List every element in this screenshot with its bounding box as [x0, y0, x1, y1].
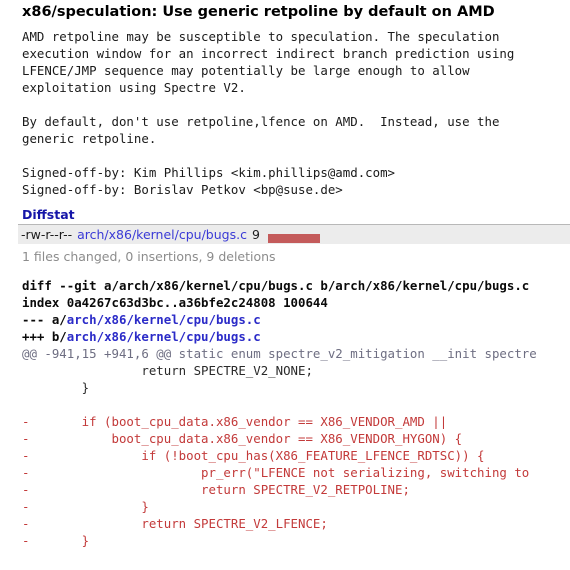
diffstat-row: -rw-r--r-- arch/x86/kernel/cpu/bugs.c 9	[18, 225, 570, 244]
diff-header-path-link[interactable]: arch/x86/kernel/cpu/bugs.c	[67, 312, 261, 327]
diff-deletion-line: - if (!boot_cpu_has(X86_FEATURE_LFENCE_R…	[22, 448, 485, 463]
diff-deletion-line: - boot_cpu_data.x86_vendor == X86_VENDOR…	[22, 431, 463, 446]
diff-header-prefix: +++ b/	[22, 329, 67, 344]
commit-title: x86/speculation: Use generic retpoline b…	[22, 4, 495, 20]
commit-message: AMD retpoline may be susceptible to spec…	[22, 29, 515, 197]
diff-header-line: index 0a4267c63d3bc..a36bfe2c24808 10064…	[22, 294, 570, 311]
change-count: 9	[251, 227, 260, 242]
diff-hunk-line: @@ -941,15 +941,6 @@ static enum spectre…	[22, 346, 537, 361]
change-bar-graph	[267, 230, 320, 243]
diff-header-line: diff --git a/arch/x86/kernel/cpu/bugs.c …	[22, 277, 570, 294]
diff-deletion-line: - if (boot_cpu_data.x86_vendor == X86_VE…	[22, 414, 448, 429]
diffstat-rows: -rw-r--r-- arch/x86/kernel/cpu/bugs.c 9	[18, 225, 570, 244]
diff-deletion-line: - pr_err("LFENCE not serializing, switch…	[22, 465, 530, 480]
diff-context-line: return SPECTRE_V2_NONE;	[22, 363, 313, 378]
diff-deletion-line: - return SPECTRE_V2_LFENCE;	[22, 516, 328, 531]
diff-header-line: +++ b/arch/x86/kernel/cpu/bugs.c	[22, 328, 570, 345]
diff-deletion-line: - }	[22, 499, 149, 514]
diffstat-summary: 1 files changed, 0 insertions, 9 deletio…	[22, 249, 276, 264]
diffstat-table: -rw-r--r-- arch/x86/kernel/cpu/bugs.c 9	[18, 224, 570, 244]
diff-context-line	[22, 396, 570, 413]
diff-content: diff --git a/arch/x86/kernel/cpu/bugs.c …	[0, 265, 570, 549]
diff-context-line: }	[22, 380, 90, 395]
diff-header-prefix: --- a/	[22, 312, 67, 327]
file-mode: -rw-r--r--	[21, 227, 73, 242]
diff-header-prefix: index 0a4267c63d3bc..a36bfe2c24808 10064…	[22, 295, 328, 310]
diff-deletion-line: - }	[22, 533, 90, 548]
diff-header-line: --- a/arch/x86/kernel/cpu/bugs.c	[22, 311, 570, 328]
diff-header-prefix: diff --git a/arch/x86/kernel/cpu/bugs.c …	[22, 278, 530, 293]
diffstat-heading: Diffstat	[22, 207, 75, 222]
diff-deletion-line: - return SPECTRE_V2_RETPOLINE;	[22, 482, 410, 497]
commit-view-page: x86/speculation: Use generic retpoline b…	[0, 0, 570, 570]
diffstat-file-link[interactable]: arch/x86/kernel/cpu/bugs.c	[77, 227, 247, 242]
diff-header-path-link[interactable]: arch/x86/kernel/cpu/bugs.c	[67, 329, 261, 344]
deletions-bar	[267, 234, 320, 243]
